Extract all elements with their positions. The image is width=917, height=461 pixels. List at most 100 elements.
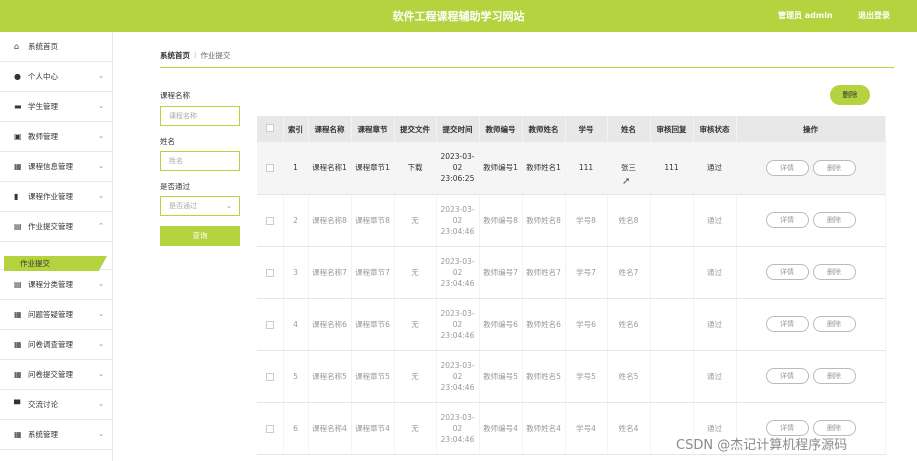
sidebar-subitem-submission[interactable]: 作业提交	[4, 256, 107, 271]
cell-status: 通过	[693, 194, 737, 247]
pass-status-placeholder: 是否通过	[169, 202, 197, 210]
detail-button[interactable]: 详情	[765, 316, 809, 332]
row-checkbox[interactable]	[265, 424, 274, 433]
chevron-down-icon: ⌄	[98, 280, 104, 288]
cell-course: 课程名称7	[308, 246, 352, 299]
cell-chapter: 课程章节8	[351, 194, 395, 247]
cell-file: 无	[394, 350, 437, 403]
row-checkbox[interactable]	[265, 320, 274, 329]
col-header: 教师编号	[479, 116, 523, 142]
cell-chapter: 课程章节4	[351, 402, 395, 455]
sidebar-item-label: 课程信息管理	[28, 162, 73, 171]
col-header: 课程名称	[308, 116, 352, 142]
cell-time: 2023-03-02 23:04:46	[436, 246, 480, 299]
table-row: 1 课程名称1 课程章节1 下载 2023-03-02 23:06:25 教师编号1 教师姓…	[257, 142, 886, 195]
cell-file: 无	[394, 298, 437, 351]
row-select-cell	[257, 194, 284, 247]
chevron-down-icon: ⌄	[98, 162, 104, 170]
cell-tname: 教师姓名5	[522, 350, 566, 403]
cell-file: 无	[394, 246, 437, 299]
row-checkbox[interactable]	[265, 216, 274, 225]
pass-status-label: 是否通过	[160, 182, 190, 191]
sidebar-item[interactable]: ▣ 教师管理 ⌄	[0, 122, 112, 152]
row-delete-button[interactable]: 删除	[812, 212, 856, 228]
cell-actions: 详情 删除	[736, 194, 886, 247]
breadcrumb: 系统首页 ⁝ 作业提交	[160, 50, 230, 61]
sidebar-item[interactable]: ▤ 作业提交管理 ⌃	[0, 212, 112, 242]
cell-course: 课程名称6	[308, 298, 352, 351]
cell-sname: 姓名7	[607, 246, 651, 299]
grid-icon: ▦	[14, 340, 22, 349]
sidebar-item[interactable]: ▦ 问题答疑管理 ⌄	[0, 300, 112, 330]
cell-chapter: 课程章节1	[351, 142, 395, 195]
cell-tno: 教师编号8	[479, 194, 523, 247]
detail-button[interactable]: 详情	[765, 264, 809, 280]
sidebar-item-label: 课程分类管理	[28, 280, 73, 289]
select-all-header[interactable]	[257, 116, 284, 142]
row-checkbox[interactable]	[265, 268, 274, 277]
select-all-checkbox[interactable]	[265, 124, 274, 132]
cell-idx: 1	[283, 142, 309, 195]
cell-tno: 教师编号7	[479, 246, 523, 299]
col-header: 姓名	[607, 116, 651, 142]
cell-file[interactable]: 下载	[394, 142, 437, 195]
sidebar-item[interactable]: ▦ 课程信息管理 ⌄	[0, 152, 112, 182]
student-name-input[interactable]	[160, 151, 240, 171]
col-header: 审核回复	[650, 116, 694, 142]
cell-course: 课程名称1	[308, 142, 352, 195]
detail-button[interactable]: 详情	[765, 159, 809, 176]
detail-button[interactable]: 详情	[765, 368, 809, 384]
col-header: 课程章节	[351, 116, 395, 142]
breadcrumb-current: 作业提交	[200, 51, 231, 60]
detail-button[interactable]: 详情	[765, 212, 809, 228]
cell-tname: 教师姓名7	[522, 246, 566, 299]
table-row: 4 课程名称6 课程章节6 无 2023-03-02 23:04:46 教师编号6 教师姓名…	[257, 298, 886, 351]
cell-actions: 详情 删除	[736, 142, 886, 195]
row-checkbox[interactable]	[265, 372, 274, 381]
cell-sno: 学号6	[565, 298, 608, 351]
cell-idx: 2	[283, 194, 309, 247]
sidebar-item[interactable]: ▦ 系统管理 ⌄	[0, 420, 112, 450]
chevron-down-icon: ⌄	[98, 132, 104, 140]
logout-link[interactable]: 退出登录	[858, 10, 890, 21]
breadcrumb-home[interactable]: 系统首页	[160, 51, 190, 60]
cell-idx: 6	[283, 402, 309, 455]
bulk-delete-button[interactable]: 删除	[830, 85, 870, 105]
search-button[interactable]: 查询	[160, 226, 240, 246]
sidebar-item[interactable]: ▦ 问卷提交管理 ⌄	[0, 360, 112, 390]
row-delete-button[interactable]: 删除	[812, 159, 856, 176]
cell-idx: 4	[283, 298, 309, 351]
sidebar-item[interactable]: ● 个人中心 ⌄	[0, 62, 112, 92]
cell-tname: 教师姓名8	[522, 194, 566, 247]
sidebar-item[interactable]: ▬ 学生管理 ⌄	[0, 92, 112, 122]
cell-time: 2023-03-02 23:06:25	[436, 142, 480, 195]
sidebar-item[interactable]: ▮ 课程作业管理 ⌄	[0, 182, 112, 212]
row-select-cell	[257, 142, 284, 195]
sidebar: ⌂ 系统首页 ● 个人中心 ⌄ ▬ 学生管理 ⌄ ▣ 教师管理 ⌄ ▦ 课程信息管理 ⌄ ▮ 课程作业管理 ⌄ ▤…	[0, 32, 113, 461]
pass-status-select[interactable]: 是否通过 ⌄	[160, 196, 240, 216]
sidebar-item[interactable]: ▦ 问卷调查管理 ⌄	[0, 330, 112, 360]
sidebar-item-label: 学生管理	[28, 102, 58, 111]
course-name-input[interactable]	[160, 106, 240, 126]
sidebar-item-label: 系统首页	[28, 42, 58, 51]
row-delete-button[interactable]: 删除	[812, 316, 856, 332]
sidebar-item[interactable]: ⌂ 系统首页	[0, 32, 112, 62]
cell-file: 无	[394, 402, 437, 455]
row-delete-button[interactable]: 删除	[812, 264, 856, 280]
row-checkbox[interactable]	[265, 164, 274, 173]
cell-status: 通过	[693, 142, 737, 195]
chevron-down-icon: ⌄	[98, 340, 104, 348]
col-header: 审核状态	[693, 116, 737, 142]
sidebar-item[interactable]: ▀ 交流讨论 ⌄	[0, 390, 112, 420]
row-delete-button[interactable]: 删除	[812, 368, 856, 384]
cell-tname: 教师姓名6	[522, 298, 566, 351]
cell-reply	[650, 350, 694, 403]
cell-reply	[650, 298, 694, 351]
col-header: 提交文件	[394, 116, 437, 142]
chevron-down-icon: ⌄	[98, 370, 104, 378]
sidebar-item-label: 课程作业管理	[28, 192, 73, 201]
sidebar-item[interactable]: ▤ 课程分类管理 ⌄	[0, 270, 112, 300]
breadcrumb-divider	[160, 67, 894, 68]
cell-sno: 111	[565, 142, 608, 195]
sidebar-item-label: 问卷调查管理	[28, 340, 73, 349]
